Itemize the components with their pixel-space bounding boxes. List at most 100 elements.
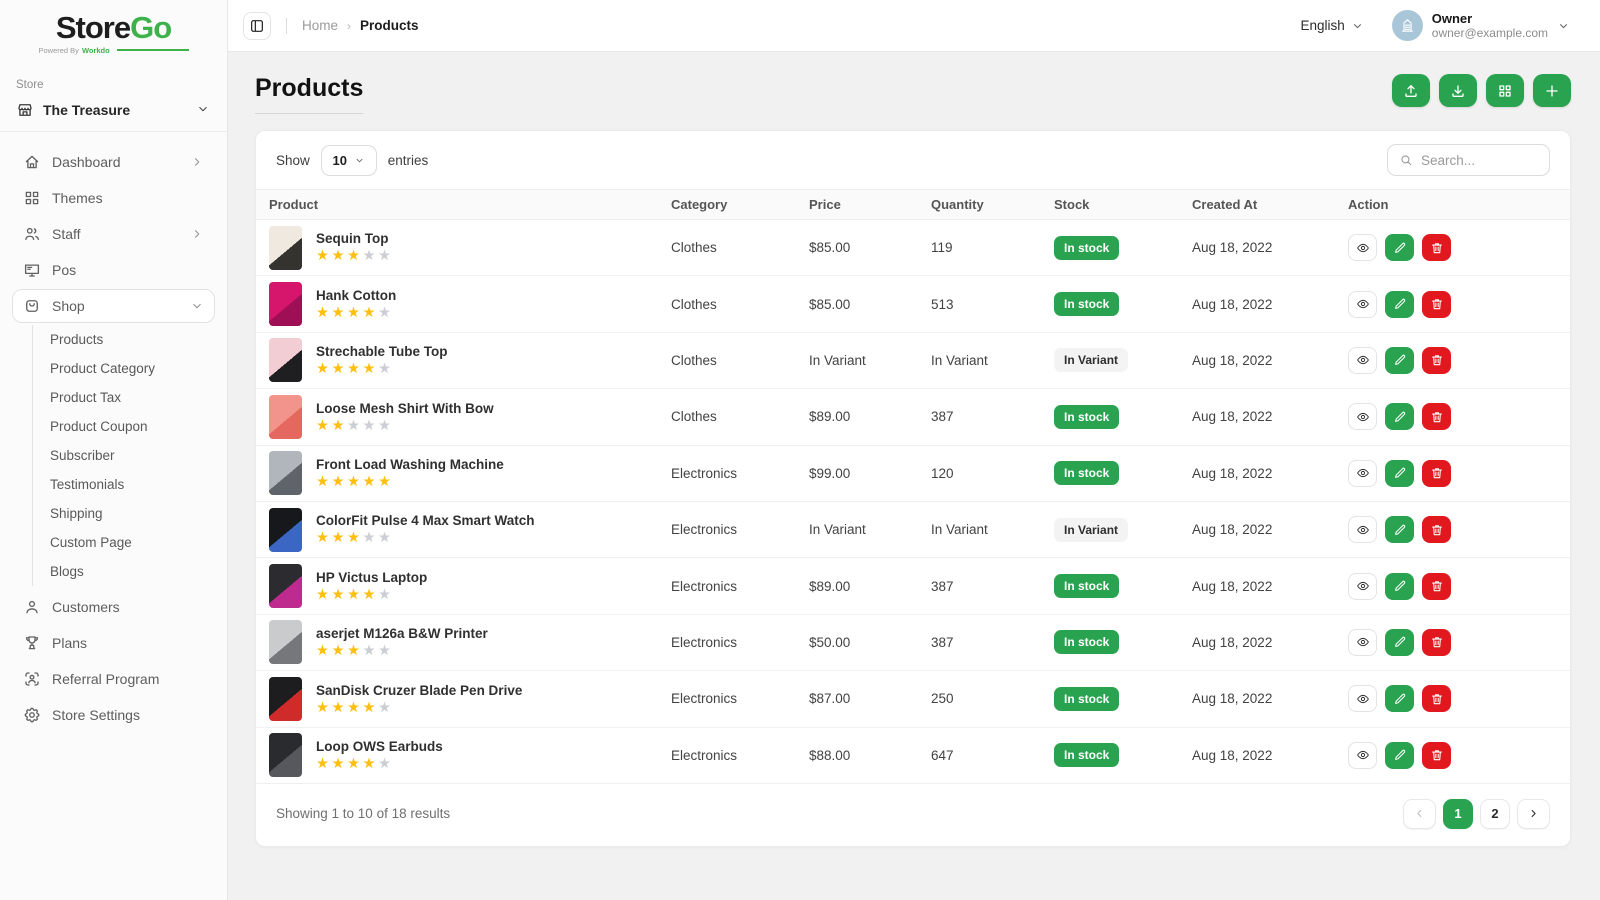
eye-icon [1356,579,1370,593]
sidebar-item-referral-program[interactable]: Referral Program [12,662,215,696]
view-button[interactable] [1348,629,1377,656]
sidebar-item-plans[interactable]: Plans [12,626,215,660]
delete-button[interactable] [1422,291,1451,318]
product-name[interactable]: Strechable Tube Top [316,344,448,359]
add-button[interactable] [1533,74,1571,107]
sidebar-item-staff[interactable]: Staff [12,217,215,251]
edit-button[interactable] [1385,742,1414,769]
product-name[interactable]: aserjet M126a B&W Printer [316,626,488,641]
quantity-cell: 647 [931,748,1054,763]
sidebar-subitem-subscriber[interactable]: Subscriber [33,441,215,470]
search-input[interactable] [1421,153,1538,168]
delete-button[interactable] [1422,742,1451,769]
sidebar-item-customers[interactable]: Customers [12,590,215,624]
sidebar-item-dashboard[interactable]: Dashboard [12,145,215,179]
column-header-created-at: Created At [1192,197,1348,212]
action-cell [1348,460,1570,487]
quantity-cell: 120 [931,466,1054,481]
product-name[interactable]: Sequin Top [316,231,394,246]
stock-cell: In stock [1054,405,1192,429]
delete-button[interactable] [1422,234,1451,261]
edit-button[interactable] [1385,629,1414,656]
view-button[interactable] [1348,234,1377,261]
edit-button[interactable] [1385,291,1414,318]
sidebar-subitem-shipping[interactable]: Shipping [33,499,215,528]
product-rating: ★★★★★ [316,475,504,490]
edit-button[interactable] [1385,460,1414,487]
export-button[interactable] [1392,74,1430,107]
stock-badge: In stock [1054,461,1119,485]
delete-button[interactable] [1422,516,1451,543]
view-button[interactable] [1348,347,1377,374]
user-icon [23,598,41,616]
chevron-down-icon [1351,19,1364,32]
view-button[interactable] [1348,460,1377,487]
plus-icon [1544,83,1560,99]
delete-button[interactable] [1422,403,1451,430]
users-icon [23,225,41,243]
import-button[interactable] [1439,74,1477,107]
product-name[interactable]: SanDisk Cruzer Blade Pen Drive [316,683,522,698]
sidebar-item-themes[interactable]: Themes [12,181,215,215]
sidebar-subitem-testimonials[interactable]: Testimonials [33,470,215,499]
profile-menu[interactable]: Owner owner@example.com [1392,10,1570,41]
category-cell: Electronics [671,579,809,594]
product-name[interactable]: ColorFit Pulse 4 Max Smart Watch [316,513,535,528]
created-at-cell: Aug 18, 2022 [1192,691,1348,706]
product-name[interactable]: Front Load Washing Machine [316,457,504,472]
created-at-cell: Aug 18, 2022 [1192,466,1348,481]
sidebar-item-shop[interactable]: Shop [12,289,215,323]
sidebar-subitem-custom-page[interactable]: Custom Page [33,528,215,557]
sidebar-subitem-blogs[interactable]: Blogs [33,557,215,586]
action-cell [1348,291,1570,318]
product-name[interactable]: Hank Cotton [316,288,396,303]
store-selector[interactable]: The Treasure [16,101,211,119]
view-button[interactable] [1348,742,1377,769]
category-cell: Electronics [671,748,809,763]
product-name[interactable]: HP Victus Laptop [316,570,427,585]
edit-button[interactable] [1385,573,1414,600]
language-selector[interactable]: English [1300,18,1363,33]
sidebar-subitem-product-category[interactable]: Product Category [33,354,215,383]
sidebar-subitem-product-tax[interactable]: Product Tax [33,383,215,412]
chevron-down-icon [190,299,204,313]
view-button[interactable] [1348,403,1377,430]
sidebar-subitem-product-coupon[interactable]: Product Coupon [33,412,215,441]
brand-logo[interactable]: StoreGo Powered ByWorkdo [0,0,227,65]
price-cell: $89.00 [809,579,931,594]
delete-button[interactable] [1422,347,1451,374]
sidebar-item-store-settings[interactable]: Store Settings [12,698,215,732]
quantity-cell: In Variant [931,522,1054,537]
product-name[interactable]: Loose Mesh Shirt With Bow [316,401,494,416]
product-cell: Loop OWS Earbuds★★★★★ [269,733,671,777]
created-at-cell: Aug 18, 2022 [1192,240,1348,255]
price-cell: $99.00 [809,466,931,481]
edit-button[interactable] [1385,516,1414,543]
product-name[interactable]: Loop OWS Earbuds [316,739,443,754]
pagination-next-button[interactable] [1517,799,1550,829]
view-button[interactable] [1348,685,1377,712]
pagination-page-1[interactable]: 1 [1443,799,1473,829]
bulk-button[interactable] [1486,74,1524,107]
edit-button[interactable] [1385,234,1414,261]
sidebar-toggle-button[interactable] [243,12,271,40]
delete-button[interactable] [1422,460,1451,487]
view-button[interactable] [1348,516,1377,543]
sidebar-subitem-products[interactable]: Products [33,325,215,354]
edit-button[interactable] [1385,685,1414,712]
pagination-page-2[interactable]: 2 [1480,799,1510,829]
breadcrumb-home[interactable]: Home [302,18,338,33]
pagination-prev-button[interactable] [1403,799,1436,829]
product-cell: Front Load Washing Machine ★★★★★ [269,451,671,495]
view-button[interactable] [1348,291,1377,318]
delete-button[interactable] [1422,685,1451,712]
edit-button[interactable] [1385,403,1414,430]
delete-button[interactable] [1422,573,1451,600]
entries-select[interactable]: 10 [321,145,377,176]
edit-button[interactable] [1385,347,1414,374]
breadcrumb: Home › Products [302,18,419,33]
view-button[interactable] [1348,573,1377,600]
delete-button[interactable] [1422,629,1451,656]
sidebar-item-pos[interactable]: Pos [12,253,215,287]
topbar: Home › Products English Owner owner@exam… [228,0,1600,52]
